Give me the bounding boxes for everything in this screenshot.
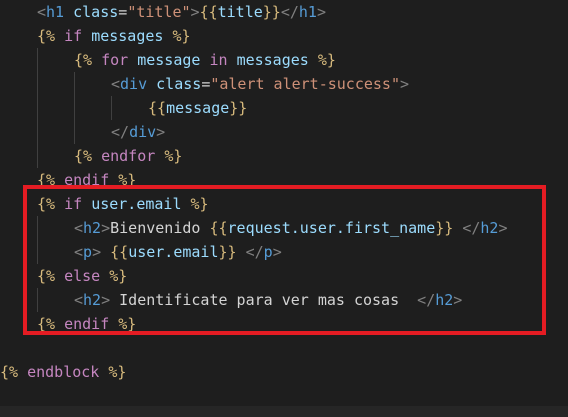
plain-text — [64, 3, 73, 21]
attribute-value: "title" — [127, 3, 191, 21]
tag-bracket: < — [37, 3, 47, 21]
plain-text: = — [118, 3, 128, 21]
template-variable: messages — [236, 51, 309, 69]
code-line-3[interactable]: {% for message in messages %} — [0, 48, 336, 72]
tag-bracket: </ — [280, 3, 299, 21]
template-delimiter: {{ — [199, 3, 218, 21]
template-keyword: for — [92, 51, 138, 69]
code-line-1[interactable]: <h1 class="title">{{title}}</h1> — [0, 0, 326, 24]
template-keyword: in — [200, 51, 237, 69]
template-keyword: endblock — [18, 363, 109, 381]
horizontal-scrollbar[interactable] — [0, 406, 568, 417]
template-delimiter: }} — [262, 3, 281, 21]
template-variable: message — [137, 51, 201, 69]
tag-name: h1 — [46, 3, 65, 21]
template-variable: title — [217, 3, 263, 21]
code-editor[interactable]: <h1 class="title">{{title}}</h1> {% if m… — [0, 0, 568, 417]
template-delimiter: %} — [308, 51, 336, 69]
tag-bracket: > — [190, 3, 200, 21]
template-delimiter: %} — [108, 363, 127, 381]
template-delimiter: {% — [74, 147, 93, 165]
tag-name: div — [129, 123, 157, 141]
template-delimiter: {% — [74, 51, 93, 69]
tag-name: div — [120, 75, 148, 93]
template-keyword: endfor — [92, 147, 165, 165]
tag-bracket: > — [400, 75, 410, 93]
attribute-name: class — [73, 3, 119, 21]
code-line-5[interactable]: {{message}} — [0, 96, 247, 120]
plain-text — [147, 75, 156, 93]
template-delimiter: {% — [37, 27, 56, 45]
code-line-7[interactable]: {% endfor %} — [0, 144, 182, 168]
tag-bracket: </ — [111, 123, 130, 141]
template-delimiter: }} — [229, 99, 248, 117]
code-line-4[interactable]: <div class="alert alert-success"> — [0, 72, 409, 96]
template-delimiter: {% — [0, 363, 19, 381]
code-line-6[interactable]: </div> — [0, 120, 165, 144]
horizontal-scrollbar-thumb[interactable] — [0, 406, 568, 417]
template-variable: messages — [91, 27, 164, 45]
tag-name: h1 — [298, 3, 317, 21]
code-line-15[interactable] — [0, 336, 37, 360]
template-variable: message — [166, 99, 230, 117]
tag-bracket: < — [111, 75, 121, 93]
tag-bracket: > — [316, 3, 326, 21]
template-delimiter: %} — [163, 27, 191, 45]
code-line-16[interactable]: {% endblock %} — [0, 360, 126, 384]
code-line-2[interactable]: {% if messages %} — [0, 24, 191, 48]
red-highlight-box — [23, 185, 546, 335]
plain-text: = — [201, 75, 211, 93]
template-delimiter: {{ — [148, 99, 167, 117]
template-keyword: if — [55, 27, 92, 45]
attribute-name: class — [156, 75, 202, 93]
template-delimiter: %} — [164, 147, 183, 165]
attribute-value: "alert alert-success" — [210, 75, 400, 93]
tag-bracket: > — [156, 123, 166, 141]
